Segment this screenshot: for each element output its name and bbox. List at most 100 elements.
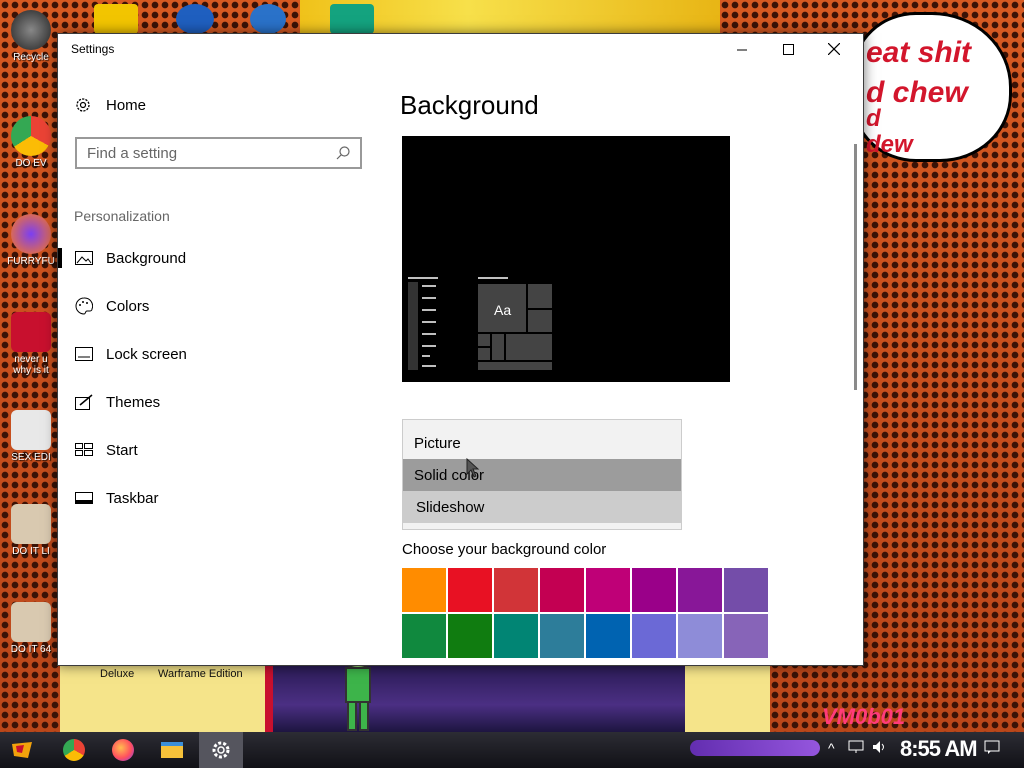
maximize-button[interactable] (765, 34, 811, 64)
nav-item-label: Colors (106, 297, 150, 315)
brush-icon (75, 394, 93, 410)
settings-icon (212, 741, 230, 759)
dropdown-option-slideshow[interactable]: Slideshow (403, 491, 681, 523)
settings-nav: Home Personalization Background Colors L… (58, 64, 378, 664)
taskbar-file-explorer[interactable] (150, 732, 194, 768)
nav-item-label: Start (106, 441, 138, 459)
taskbar-firefox[interactable] (101, 732, 145, 768)
volume-icon[interactable] (872, 740, 888, 757)
nav-item-themes[interactable]: Themes (58, 382, 378, 422)
search-icon[interactable] (336, 146, 350, 160)
desktop-top-app-icon[interactable] (250, 4, 286, 34)
taskbar-chrome[interactable] (52, 732, 96, 768)
taskbar-decoration (690, 740, 820, 756)
title-bar[interactable]: Settings (58, 34, 863, 64)
taskbar-clock[interactable]: 8:55 AM (900, 736, 978, 762)
search-input[interactable] (87, 144, 336, 162)
nav-item-label: Lock screen (106, 345, 187, 363)
lock-screen-icon (75, 347, 93, 361)
minimize-button[interactable] (719, 34, 765, 64)
desktop-icon-label: DO IT LI (12, 546, 50, 557)
color-swatch[interactable] (448, 614, 492, 658)
desktop-icon[interactable]: Recycle (4, 10, 58, 63)
maximize-icon (782, 43, 794, 55)
wallpaper-text: VM0b01 (822, 704, 906, 729)
desktop-icon-label: FURRYFU (7, 256, 55, 267)
color-swatch[interactable] (448, 568, 492, 612)
color-swatch[interactable] (494, 614, 538, 658)
desktop-top-app-icon[interactable] (176, 4, 214, 34)
background-page: Background Aa Picture Solid color Slides… (400, 64, 850, 664)
portrait-icon (11, 602, 51, 642)
dropdown-option-picture[interactable]: Picture (403, 427, 681, 459)
nav-item-colors[interactable]: Colors (58, 286, 378, 326)
color-swatch[interactable] (632, 568, 676, 612)
start-button[interactable] (0, 732, 44, 768)
dropdown-option-solid-color[interactable]: Solid color (403, 459, 681, 491)
close-icon (828, 43, 840, 55)
color-swatch[interactable] (402, 614, 446, 658)
taskbar-settings[interactable] (199, 732, 243, 768)
color-swatch[interactable] (678, 568, 722, 612)
taskbar-icon (75, 492, 93, 504)
color-swatch[interactable] (724, 568, 768, 612)
nav-item-lock-screen[interactable]: Lock screen (58, 334, 378, 374)
color-swatch[interactable] (632, 614, 676, 658)
palette-icon (75, 297, 93, 315)
page-title: Background (400, 90, 539, 120)
color-swatch[interactable] (678, 614, 722, 658)
firefox-icon (112, 739, 134, 761)
nav-item-label: Themes (106, 393, 161, 411)
preview-tile-text: Aa (494, 302, 512, 318)
bubble-text: eat shit (866, 36, 972, 69)
bubble-text: d chew (866, 76, 968, 109)
start-icon (75, 443, 93, 456)
search-box[interactable] (75, 137, 362, 169)
section-heading: Personalization (74, 208, 170, 224)
action-center-icon[interactable] (984, 740, 1000, 757)
desktop-icon-label: never u why is it (13, 354, 49, 376)
minimize-icon (736, 49, 747, 50)
desktop-top-app-icon[interactable] (94, 4, 138, 34)
nav-item-background[interactable]: Background (58, 238, 378, 278)
background-preview: Aa (402, 136, 730, 382)
hex-editor-icon (11, 410, 51, 450)
desktop-icon[interactable]: SEX EDI (4, 410, 58, 463)
color-swatch[interactable] (540, 568, 584, 612)
color-swatch[interactable] (494, 568, 538, 612)
color-swatch[interactable] (586, 568, 630, 612)
color-swatch[interactable] (402, 568, 446, 612)
nav-item-start[interactable]: Start (58, 430, 378, 470)
gear-icon (76, 98, 90, 112)
nav-home-label: Home (106, 96, 147, 114)
desktop-icon[interactable]: DO IT LI (4, 504, 58, 557)
desktop-icon[interactable]: DO IT 64 (4, 602, 58, 655)
chrome-icon (11, 116, 51, 156)
show-hidden-icons-chevron-icon[interactable]: ^ (828, 740, 835, 756)
color-section-label: Choose your background color (402, 541, 607, 558)
desktop-icon[interactable]: DO EV (4, 116, 58, 169)
nav-home[interactable]: Home (74, 96, 146, 114)
recycle-bin-icon (11, 10, 51, 50)
desktop-preview-illustration (408, 277, 552, 370)
desktop-icon-label: Deluxe (100, 668, 135, 680)
window-title: Settings (71, 42, 115, 56)
nav-item-label: Background (106, 249, 187, 267)
desktop-icon-label: SEX EDI (11, 452, 51, 463)
network-icon[interactable] (848, 740, 864, 757)
file-explorer-icon (161, 742, 183, 758)
scrollbar[interactable] (854, 144, 857, 390)
firefox-icon (11, 214, 51, 254)
desktop-icon-label: Warframe Edition (158, 668, 243, 680)
color-swatch[interactable] (586, 614, 630, 658)
color-swatch[interactable] (724, 614, 768, 658)
desktop-icon[interactable]: FURRYFU (4, 214, 58, 267)
chrome-icon (63, 739, 85, 761)
dropdown-option-label: Slideshow (416, 498, 485, 516)
color-swatch[interactable] (540, 614, 584, 658)
nav-item-taskbar[interactable]: Taskbar (58, 478, 378, 518)
desktop-icon[interactable]: never u why is it (4, 312, 58, 376)
close-button[interactable] (811, 34, 857, 64)
desktop-top-app-icon[interactable] (330, 4, 374, 34)
background-type-dropdown[interactable]: Picture Solid color Slideshow (402, 419, 682, 530)
